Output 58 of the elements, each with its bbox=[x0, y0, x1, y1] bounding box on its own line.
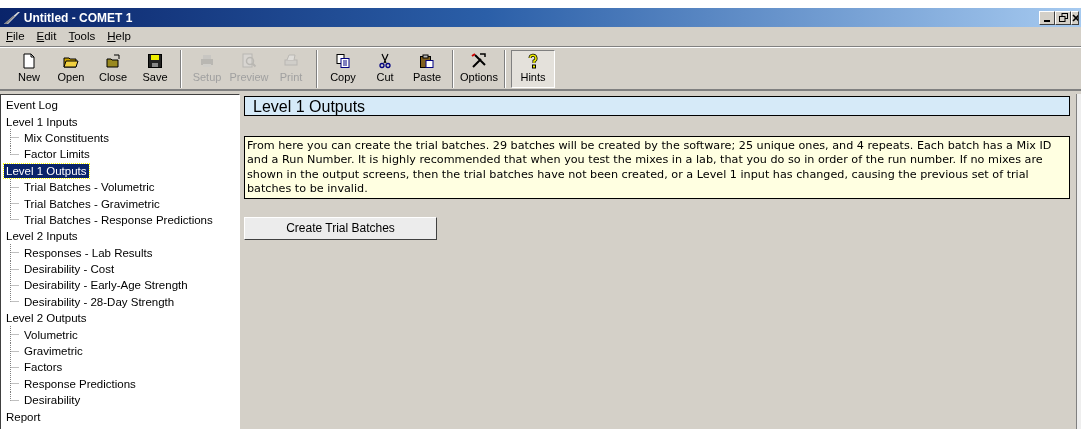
toolbar-button[interactable]: Paste bbox=[407, 49, 447, 88]
tree-item[interactable]: Factor Limits bbox=[22, 147, 92, 162]
magnifier-icon bbox=[241, 52, 257, 69]
minimize-button[interactable] bbox=[1039, 10, 1055, 25]
menu-item[interactable]: File bbox=[0, 25, 31, 48]
tree-item[interactable]: Desirability bbox=[22, 393, 83, 408]
printer-icon bbox=[283, 52, 299, 69]
window-title: Untitled - COMET 1 bbox=[23, 9, 133, 27]
restore-icon bbox=[1058, 13, 1068, 22]
tree-item[interactable]: Report bbox=[4, 409, 43, 424]
tree-item[interactable]: Trial Batches - Volumetric bbox=[22, 180, 157, 195]
tree-item[interactable]: Event Log bbox=[4, 98, 60, 113]
toolbar-button[interactable]: Hints bbox=[511, 49, 555, 88]
toolbar-button[interactable]: Save bbox=[135, 49, 175, 88]
menu-item[interactable]: Tools bbox=[62, 25, 102, 48]
tree-connector-line bbox=[10, 260, 20, 278]
tree-item[interactable]: Gravimetric bbox=[22, 344, 85, 359]
toolbar-button[interactable]: Options bbox=[459, 49, 499, 88]
minimize-icon bbox=[1044, 19, 1050, 22]
tree-item[interactable]: Desirability - Cost bbox=[22, 262, 117, 277]
restore-button[interactable] bbox=[1055, 10, 1071, 25]
tools-icon bbox=[471, 52, 487, 69]
toolbar-button[interactable]: Cut bbox=[365, 49, 405, 88]
tree-item[interactable]: Desirability - Early-Age Strength bbox=[22, 278, 190, 293]
tree-item[interactable]: Factors bbox=[22, 360, 65, 375]
tree-connector-line bbox=[10, 326, 20, 344]
menu-item[interactable]: Edit bbox=[30, 25, 63, 48]
tree-item[interactable]: Level 2 Inputs bbox=[4, 229, 80, 244]
tree-item[interactable]: Desirability - 28-Day Strength bbox=[22, 294, 177, 309]
scissors-icon bbox=[377, 52, 393, 69]
tree-item[interactable]: Level 2 Outputs bbox=[4, 311, 89, 326]
tree-item[interactable]: Trial Batches - Gravimetric bbox=[22, 196, 162, 211]
document-icon bbox=[21, 52, 37, 69]
tree-connector-line bbox=[10, 342, 20, 360]
close-icon bbox=[1072, 13, 1078, 22]
toolbar-button[interactable]: Close bbox=[93, 49, 133, 88]
tree-item[interactable]: Responses - Lab Results bbox=[22, 245, 155, 260]
copy-icon bbox=[335, 52, 351, 69]
tree-item[interactable]: Response Predictions bbox=[22, 376, 138, 391]
toolbar-button[interactable]: New bbox=[9, 49, 49, 88]
close-button[interactable] bbox=[1071, 10, 1079, 25]
tree-connector-line bbox=[10, 178, 20, 196]
toolbar-button[interactable]: Copy bbox=[323, 49, 363, 88]
hint-text: From here you can create the trial batches. 29 batches will be created by the software; 25 unique ones, and 4 repeats. Each batch has a Mix ID and a Run Number. It is highly recommended that when you test the mixes in a lab, that you do so in order of the run number. If no mixes are shown in the output screens, then the trial batches have not been created, or a Level 1 input has changed, causing the previous set of trial batches to be invalid. bbox=[244, 136, 1070, 199]
tree-item[interactable]: Volumetric bbox=[22, 327, 80, 342]
clipboard-icon bbox=[419, 52, 435, 69]
create-trial-batches-button[interactable]: Create Trial Batches bbox=[244, 216, 437, 240]
tree-item[interactable]: Level 1 Outputs bbox=[4, 163, 89, 178]
tree-item[interactable]: Level 1 Inputs bbox=[4, 114, 80, 129]
menu-item[interactable]: Help bbox=[101, 25, 137, 48]
tree-item[interactable]: Mix Constituents bbox=[22, 130, 111, 145]
folder-icon bbox=[105, 52, 121, 69]
tree-connector-line bbox=[10, 244, 20, 262]
app-icon bbox=[3, 10, 21, 25]
page-heading: Level 1 Outputs bbox=[244, 96, 1070, 116]
toolbar-button[interactable]: Open bbox=[51, 49, 91, 88]
tree-item[interactable]: Trial Batches - Response Predictions bbox=[22, 212, 215, 227]
tree-connector-line bbox=[10, 358, 20, 376]
